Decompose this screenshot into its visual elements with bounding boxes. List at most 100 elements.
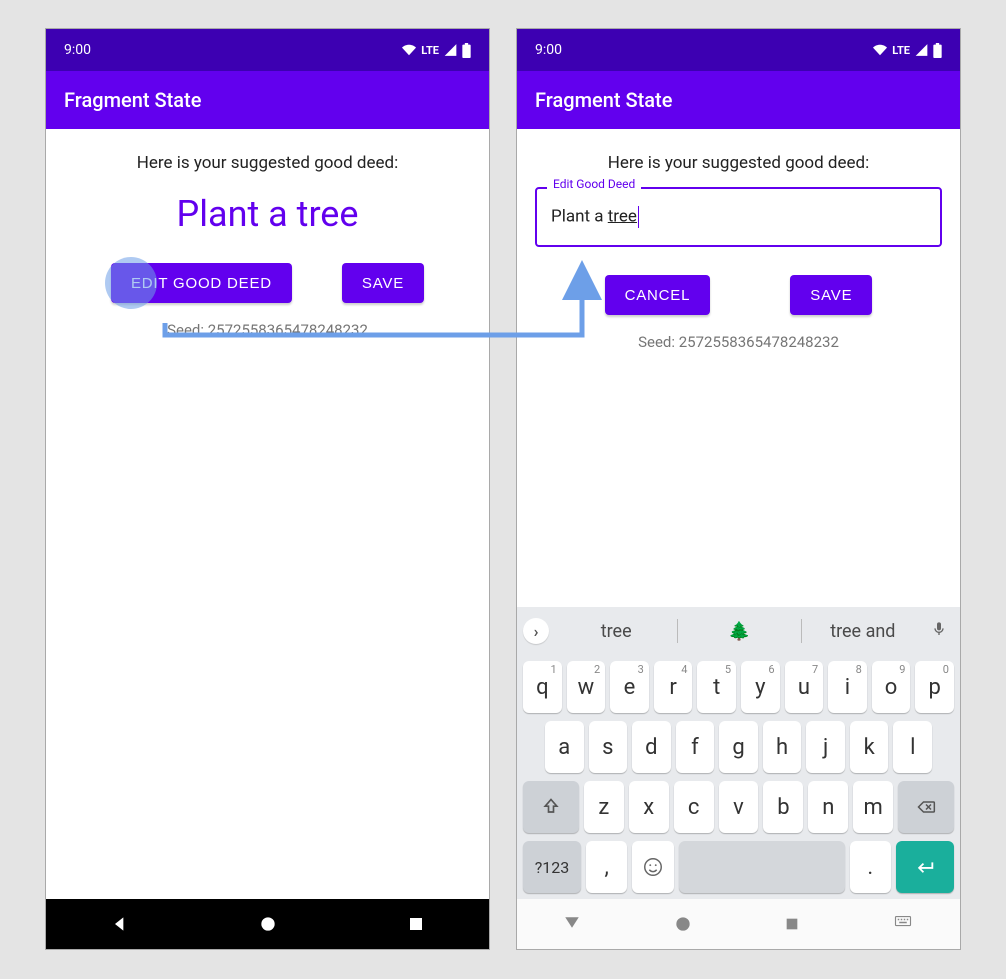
status-bar: 9:00 LTE [517, 29, 960, 71]
content-right: Here is your suggested good deed: Edit G… [517, 129, 960, 607]
prompt-text: Here is your suggested good deed: [137, 153, 399, 173]
status-icons: LTE [872, 43, 942, 58]
keyboard-row-2: asdfghjkl [523, 721, 954, 773]
button-row: CANCEL SAVE [605, 275, 873, 315]
edit-good-deed-field-wrap: Edit Good Deed Plant a tree [535, 187, 942, 247]
key-superscript: 4 [681, 663, 687, 676]
keyboard-shift-key[interactable] [523, 781, 579, 833]
edit-value-prefix: Plant a [551, 206, 608, 226]
key-superscript: 6 [768, 663, 774, 676]
keyboard-key-y[interactable]: y6 [741, 661, 780, 713]
keyboard-key-e[interactable]: e3 [610, 661, 649, 713]
nav-back-icon[interactable] [563, 915, 581, 933]
keyboard-key-m[interactable]: m [853, 781, 893, 833]
keyboard-period-key[interactable]: . [850, 841, 891, 893]
text-caret [638, 206, 639, 228]
keyboard-row-3: zxcvbnm [523, 781, 954, 833]
nav-bar [46, 899, 489, 949]
content-left: Here is your suggested good deed: Plant … [46, 129, 489, 899]
keyboard-key-j[interactable]: j [806, 721, 845, 773]
nav-home-icon[interactable] [673, 914, 693, 934]
status-bar: 9:00 LTE [46, 29, 489, 71]
save-button[interactable]: SAVE [342, 263, 424, 303]
keyboard-key-s[interactable]: s [589, 721, 628, 773]
edit-good-deed-value: Plant a tree [551, 206, 639, 228]
nav-bar [517, 899, 960, 949]
keyboard-row-1: q1w2e3r4t5y6u7i8o9p0 [523, 661, 954, 713]
button-row: EDIT GOOD DEED SAVE [111, 263, 424, 303]
keyboard-enter-key[interactable] [896, 841, 954, 893]
status-icons: LTE [401, 43, 471, 58]
signal-icon [914, 43, 929, 57]
edit-value-underlined: tree [608, 206, 637, 226]
key-superscript: 8 [856, 663, 862, 676]
keyboard-key-g[interactable]: g [719, 721, 758, 773]
status-time: 9:00 [535, 42, 562, 58]
keyboard-key-u[interactable]: u7 [785, 661, 824, 713]
network-label: LTE [421, 44, 439, 57]
nav-recent-icon[interactable] [784, 916, 800, 932]
keyboard-key-z[interactable]: z [584, 781, 624, 833]
keyboard-key-r[interactable]: r4 [654, 661, 693, 713]
keyboard-symbols-key[interactable]: ?123 [523, 841, 581, 893]
key-superscript: 9 [899, 663, 905, 676]
keyboard-key-o[interactable]: o9 [872, 661, 911, 713]
keyboard-key-i[interactable]: i8 [828, 661, 867, 713]
keyboard-space-key[interactable] [679, 841, 845, 893]
keyboard-suggestion-bar: › tree 🌲 tree and [517, 607, 960, 655]
soft-keyboard: › tree 🌲 tree and q1w2e3r4t5y6u7i8o9p0 a… [517, 607, 960, 899]
keyboard-expand-icon[interactable]: › [523, 618, 549, 644]
key-superscript: 1 [550, 663, 556, 676]
keyboard-suggestion-3[interactable]: tree and [802, 621, 924, 642]
keyboard-key-k[interactable]: k [850, 721, 889, 773]
prompt-text: Here is your suggested good deed: [608, 153, 870, 173]
wifi-icon [401, 43, 417, 57]
edit-good-deed-button[interactable]: EDIT GOOD DEED [111, 263, 292, 303]
wifi-icon [872, 43, 888, 57]
edit-good-deed-input[interactable]: Plant a tree [535, 187, 942, 247]
keyboard-key-t[interactable]: t5 [697, 661, 736, 713]
keyboard-backspace-key[interactable] [898, 781, 954, 833]
keyboard-emoji-key[interactable] [632, 841, 673, 893]
save-button[interactable]: SAVE [790, 275, 872, 315]
seed-text: Seed: 2572558365478248232 [638, 333, 839, 351]
cancel-button[interactable]: CANCEL [605, 275, 711, 315]
keyboard-key-f[interactable]: f [676, 721, 715, 773]
edit-field-label: Edit Good Deed [547, 177, 641, 191]
phone-left: 9:00 LTE Fragment State Here is your sug… [45, 28, 490, 950]
keyboard-key-b[interactable]: b [763, 781, 803, 833]
keyboard-key-l[interactable]: l [893, 721, 932, 773]
keyboard-key-x[interactable]: x [629, 781, 669, 833]
keyboard-key-d[interactable]: d [632, 721, 671, 773]
keyboard-key-v[interactable]: v [719, 781, 759, 833]
nav-back-icon[interactable] [110, 914, 130, 934]
key-superscript: 2 [594, 663, 600, 676]
seed-text: Seed: 2572558365478248232 [167, 321, 368, 339]
network-label: LTE [892, 44, 910, 57]
deed-text: Plant a tree [177, 193, 359, 235]
signal-icon [443, 43, 458, 57]
keyboard-key-q[interactable]: q1 [523, 661, 562, 713]
keyboard-key-w[interactable]: w2 [567, 661, 606, 713]
key-superscript: 3 [638, 663, 644, 676]
keyboard-key-n[interactable]: n [808, 781, 848, 833]
keyboard-key-h[interactable]: h [763, 721, 802, 773]
keyboard-key-p[interactable]: p0 [915, 661, 954, 713]
keyboard-key-c[interactable]: c [674, 781, 714, 833]
battery-icon [933, 43, 942, 58]
app-title: Fragment State [64, 88, 201, 112]
keyboard-suggestion-2[interactable]: 🌲 [678, 621, 800, 642]
nav-recent-icon[interactable] [407, 915, 425, 933]
mic-icon[interactable] [924, 619, 954, 644]
keyboard-suggestion-1[interactable]: tree [555, 621, 677, 642]
nav-home-icon[interactable] [258, 914, 278, 934]
keyboard-row-4: ?123 , . [523, 841, 954, 893]
keyboard-comma-key[interactable]: , [586, 841, 627, 893]
keyboard-rows: q1w2e3r4t5y6u7i8o9p0 asdfghjkl zxcvbnm ?… [517, 655, 960, 899]
keyboard-key-a[interactable]: a [545, 721, 584, 773]
app-bar: Fragment State [46, 71, 489, 129]
keyboard-hide-icon[interactable] [892, 915, 914, 933]
key-superscript: 7 [812, 663, 818, 676]
app-bar: Fragment State [517, 71, 960, 129]
app-title: Fragment State [535, 88, 672, 112]
